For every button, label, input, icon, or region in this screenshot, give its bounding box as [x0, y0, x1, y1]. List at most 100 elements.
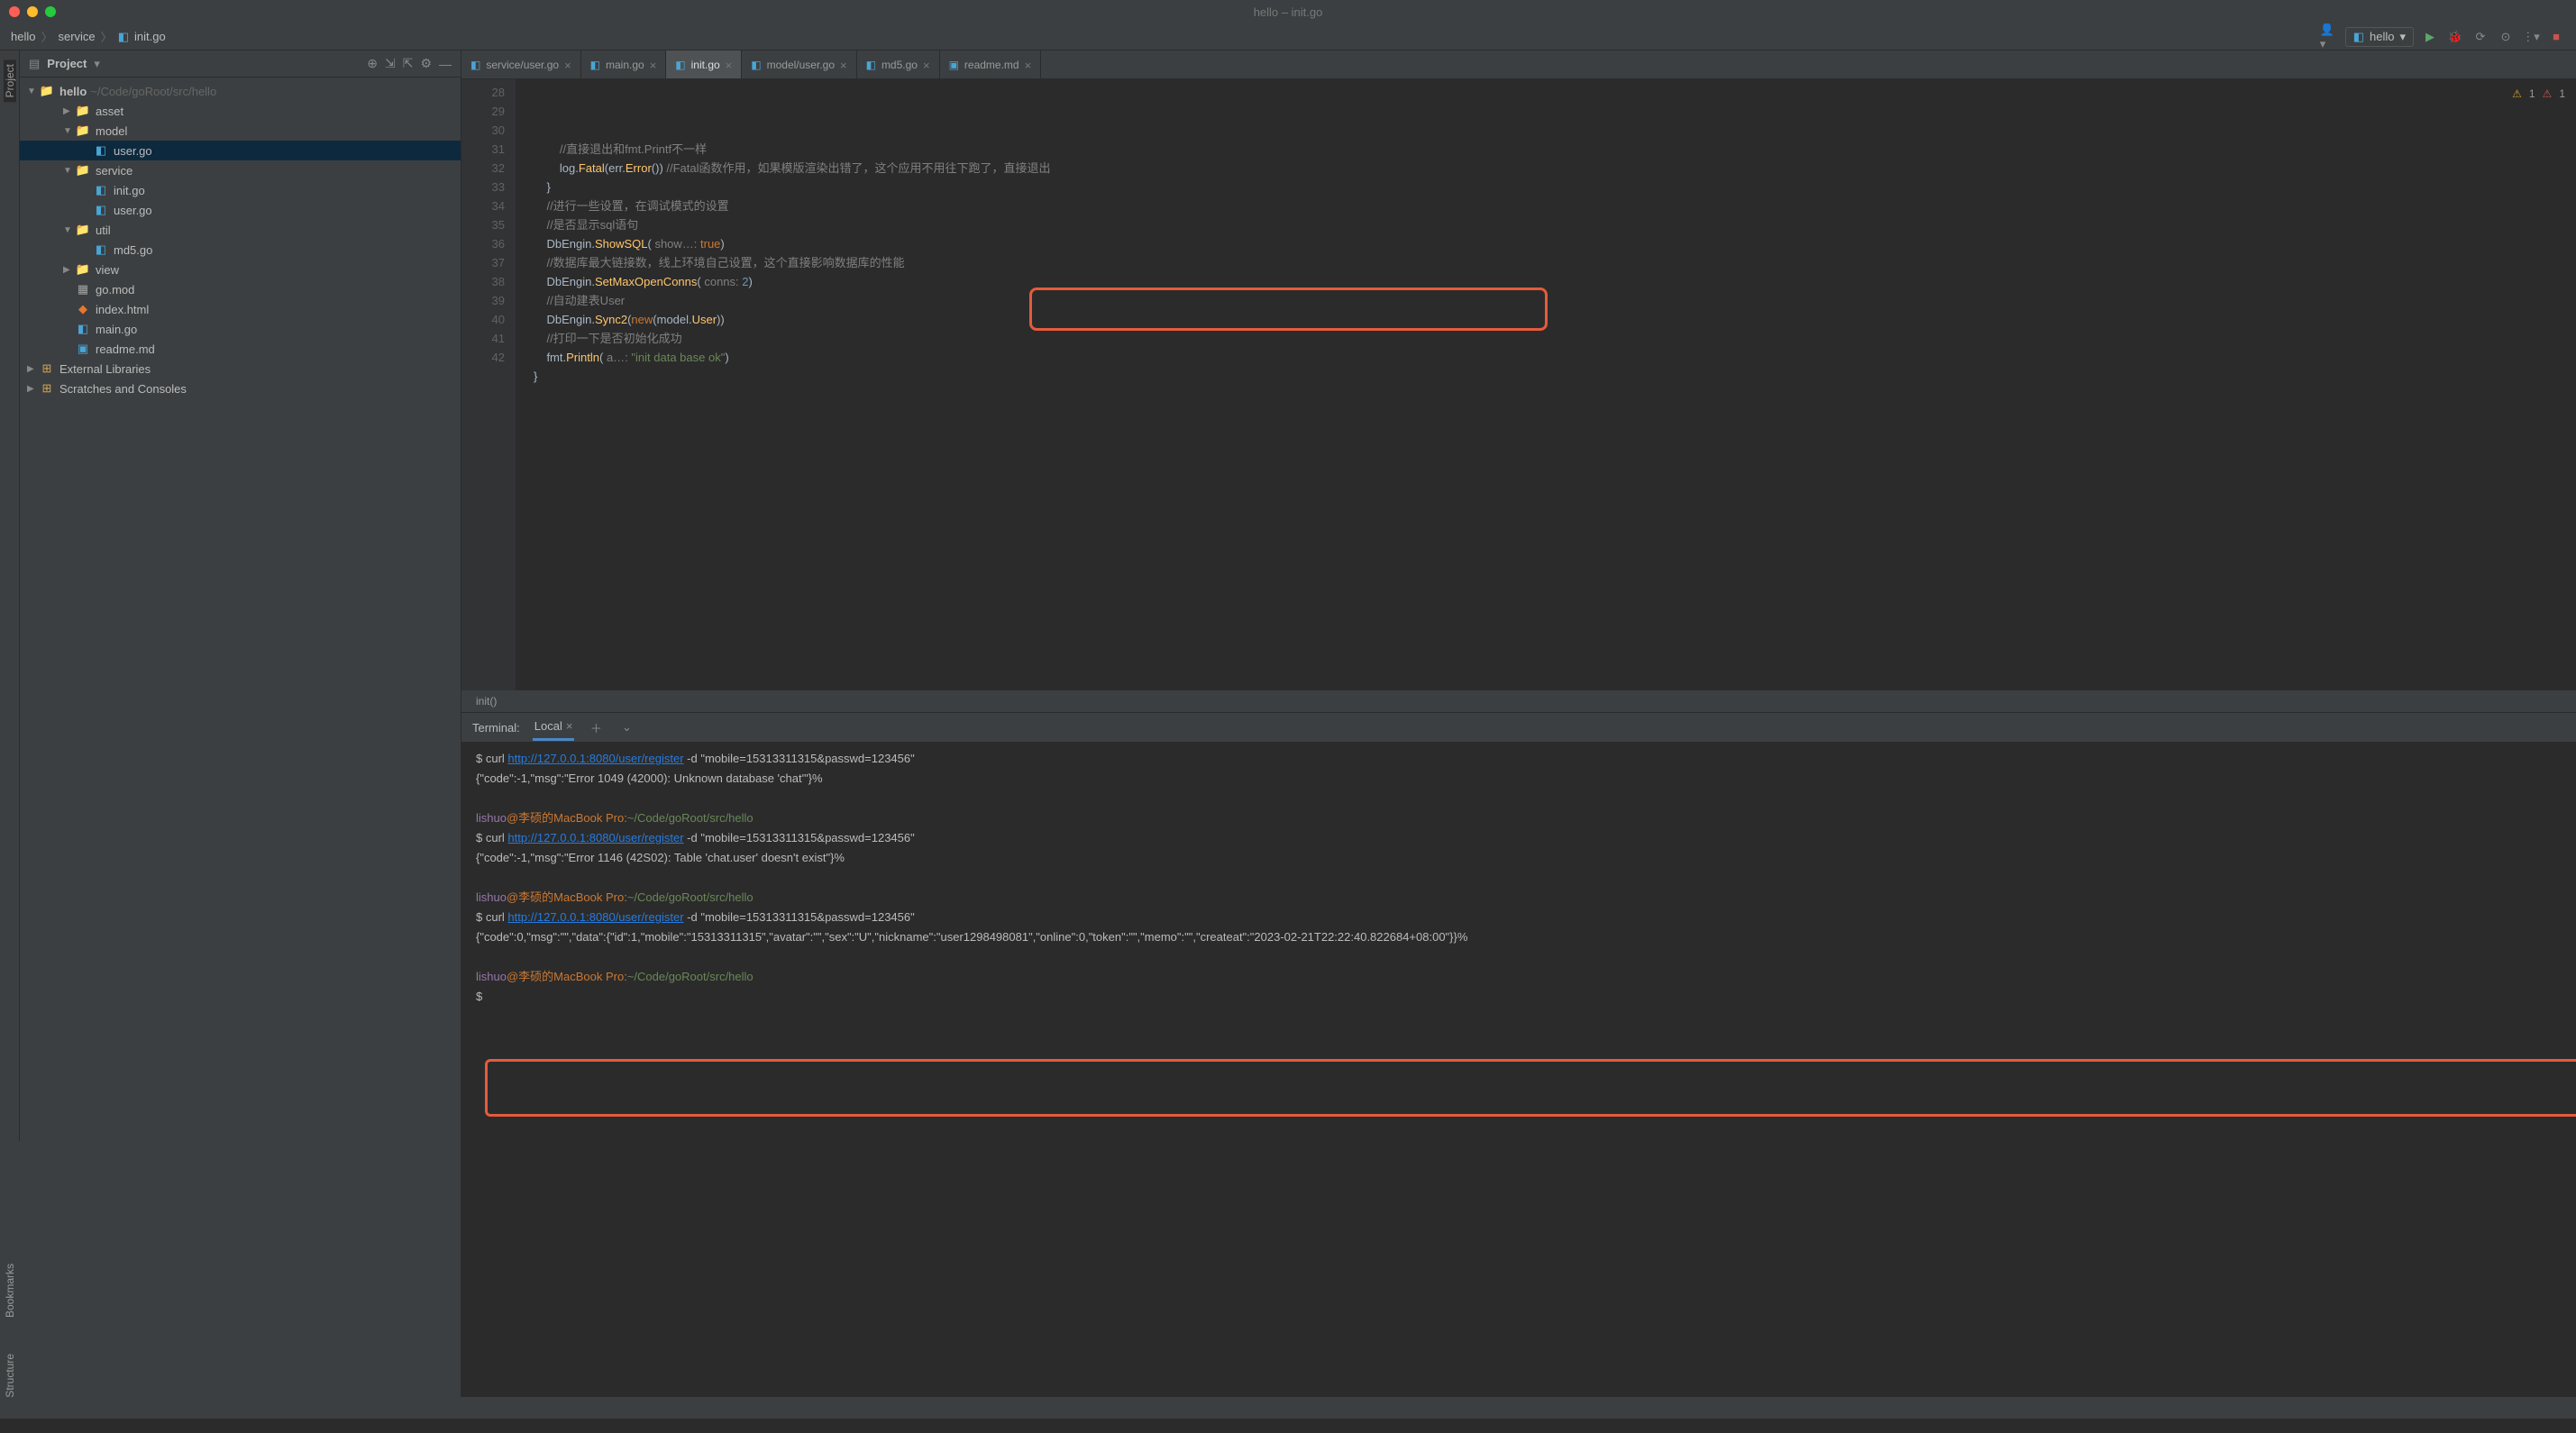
crumb[interactable]: service — [58, 30, 95, 43]
crumb[interactable]: init.go — [134, 30, 166, 43]
tree-item[interactable]: ▶📁view — [20, 260, 461, 279]
expand-all[interactable]: ⇲ — [385, 56, 396, 71]
tree-extra[interactable]: ▶⊞Scratches and Consoles — [20, 379, 461, 398]
go-file-icon: ◧ — [76, 322, 90, 336]
tree-item[interactable]: ▼📁service — [20, 160, 461, 180]
go-file-icon: ◧ — [675, 59, 685, 71]
terminal-output[interactable]: $ curl http://127.0.0.1:8080/user/regist… — [461, 742, 2576, 1397]
project-tree[interactable]: ▼📁hello ~/Code/goRoot/src/hello▶📁asset▼📁… — [20, 78, 461, 1397]
hide-icon[interactable]: — — [439, 57, 452, 71]
editor-tabs: ◧service/user.go×◧main.go×◧init.go×◧mode… — [461, 50, 2576, 79]
close-icon[interactable]: × — [650, 59, 657, 72]
tree-item[interactable]: ▣readme.md — [20, 339, 461, 359]
go-icon: ◧ — [2353, 30, 2364, 44]
maximize-window[interactable] — [45, 6, 56, 17]
md-file-icon: ▣ — [949, 59, 959, 71]
folder-icon: 📁 — [40, 84, 54, 98]
folder-icon: 📁 — [76, 223, 90, 237]
tree-item[interactable]: ▼📁util — [20, 220, 461, 240]
run-button[interactable]: ▶ — [2421, 28, 2439, 46]
editor-tab[interactable]: ◧model/user.go× — [742, 50, 856, 79]
close-window[interactable] — [9, 6, 20, 17]
chevron-down-icon[interactable]: ▾ — [94, 57, 100, 71]
run-config-label: hello — [2370, 30, 2394, 43]
go-file-icon: ◧ — [94, 203, 108, 217]
folder-icon: 📁 — [76, 163, 90, 178]
select-opened-file[interactable]: ⊕ — [367, 56, 378, 71]
go-file-icon: ◧ — [118, 30, 129, 44]
crumb-sep: 〉 — [41, 28, 52, 45]
warning-count: 1 — [2529, 85, 2535, 104]
collapse-all[interactable]: ⇱ — [403, 56, 414, 71]
editor-breadcrumb[interactable]: init() — [461, 690, 2576, 712]
gutter: 282930313233343536373839404142 — [461, 79, 516, 690]
user-icon[interactable]: 👤▾ — [2320, 28, 2338, 46]
code-editor[interactable]: ⚠1 ⚠1 //直接退出和fmt.Printf不一样 log.Fatal(err… — [516, 79, 2576, 690]
terminal-label: Terminal: — [472, 721, 520, 735]
titlebar: hello – init.go — [0, 0, 2576, 23]
close-icon[interactable]: × — [564, 59, 571, 72]
tree-item[interactable]: ◆index.html — [20, 299, 461, 319]
project-view-icon[interactable]: ▤ — [29, 57, 40, 71]
terminal-tool-window: Terminal: Local × ＋ ⌄ $ curl http://127.… — [461, 712, 2576, 1397]
tree-item[interactable]: ◧user.go — [20, 141, 461, 160]
breadcrumbs: hello 〉 service 〉 ◧ init.go 👤▾ ◧ hello ▾… — [0, 23, 2576, 50]
terminal-highlight-annotation — [485, 1059, 2576, 1117]
stop-button[interactable]: ■ — [2547, 28, 2565, 46]
project-tool-window: ▤ Project ▾ ⊕ ⇲ ⇱ ⚙ — ▼📁hello ~/Code/goR… — [20, 50, 461, 1397]
minimize-window[interactable] — [27, 6, 38, 17]
mod-file-icon: ▦ — [76, 282, 90, 297]
profile-button[interactable]: ⊙ — [2497, 28, 2515, 46]
crumb[interactable]: hello — [11, 30, 35, 43]
inspection-badges[interactable]: ⚠1 ⚠1 — [2512, 85, 2565, 104]
tree-item[interactable]: ◧user.go — [20, 200, 461, 220]
go-file-icon: ◧ — [94, 183, 108, 197]
go-file-icon: ◧ — [751, 59, 761, 71]
new-terminal-tab[interactable]: ＋ — [587, 718, 605, 736]
tree-item[interactable]: ▼📁model — [20, 121, 461, 141]
bookmarks-tab[interactable]: Bookmarks — [4, 1259, 16, 1322]
html-file-icon: ◆ — [76, 302, 90, 316]
editor-tab[interactable]: ◧service/user.go× — [461, 50, 581, 79]
tree-item[interactable]: ◧init.go — [20, 180, 461, 200]
folder-icon: 📁 — [76, 104, 90, 118]
folder-icon: 📁 — [76, 262, 90, 277]
tree-item[interactable]: ◧main.go — [20, 319, 461, 339]
go-file-icon: ◧ — [470, 59, 480, 71]
close-icon[interactable]: × — [566, 719, 573, 733]
close-icon[interactable]: × — [726, 59, 733, 72]
more-actions[interactable]: ⋮▾ — [2522, 28, 2540, 46]
structure-tab[interactable]: Structure — [4, 1349, 16, 1402]
debug-button[interactable]: 🐞 — [2446, 28, 2464, 46]
folder-icon: 📁 — [76, 123, 90, 138]
editor-tab[interactable]: ◧main.go× — [581, 50, 667, 79]
editor-tab[interactable]: ◧md5.go× — [857, 50, 940, 79]
terminal-options[interactable]: ⌄ — [617, 718, 635, 736]
go-file-icon: ◧ — [94, 242, 108, 257]
tree-root[interactable]: ▼📁hello ~/Code/goRoot/src/hello — [20, 81, 461, 101]
code-highlight-annotation — [1029, 288, 1548, 331]
terminal-tab[interactable]: Local × — [533, 714, 575, 741]
close-icon[interactable]: × — [923, 59, 930, 72]
tree-item[interactable]: ▦go.mod — [20, 279, 461, 299]
close-icon[interactable]: × — [840, 59, 847, 72]
coverage-button[interactable]: ⟳ — [2471, 28, 2489, 46]
tree-item[interactable]: ▶📁asset — [20, 101, 461, 121]
editor-tab[interactable]: ◧init.go× — [666, 50, 742, 79]
go-file-icon: ◧ — [94, 143, 108, 158]
md-file-icon: ▣ — [76, 342, 90, 356]
crumb-sep: 〉 — [101, 28, 113, 45]
window-title: hello – init.go — [1254, 5, 1323, 19]
settings-icon[interactable]: ⚙ — [420, 56, 432, 71]
error-count: 1 — [2559, 85, 2565, 104]
editor-tab[interactable]: ▣readme.md× — [940, 50, 1042, 79]
close-icon[interactable]: × — [1025, 59, 1032, 72]
run-configuration[interactable]: ◧ hello ▾ — [2345, 27, 2414, 47]
go-file-icon: ◧ — [866, 59, 876, 71]
go-file-icon: ◧ — [590, 59, 600, 71]
project-title: Project — [47, 57, 87, 70]
project-tab[interactable]: Project — [4, 59, 16, 102]
tree-extra[interactable]: ▶⊞External Libraries — [20, 359, 461, 379]
traffic-lights — [9, 6, 56, 17]
tree-item[interactable]: ◧md5.go — [20, 240, 461, 260]
